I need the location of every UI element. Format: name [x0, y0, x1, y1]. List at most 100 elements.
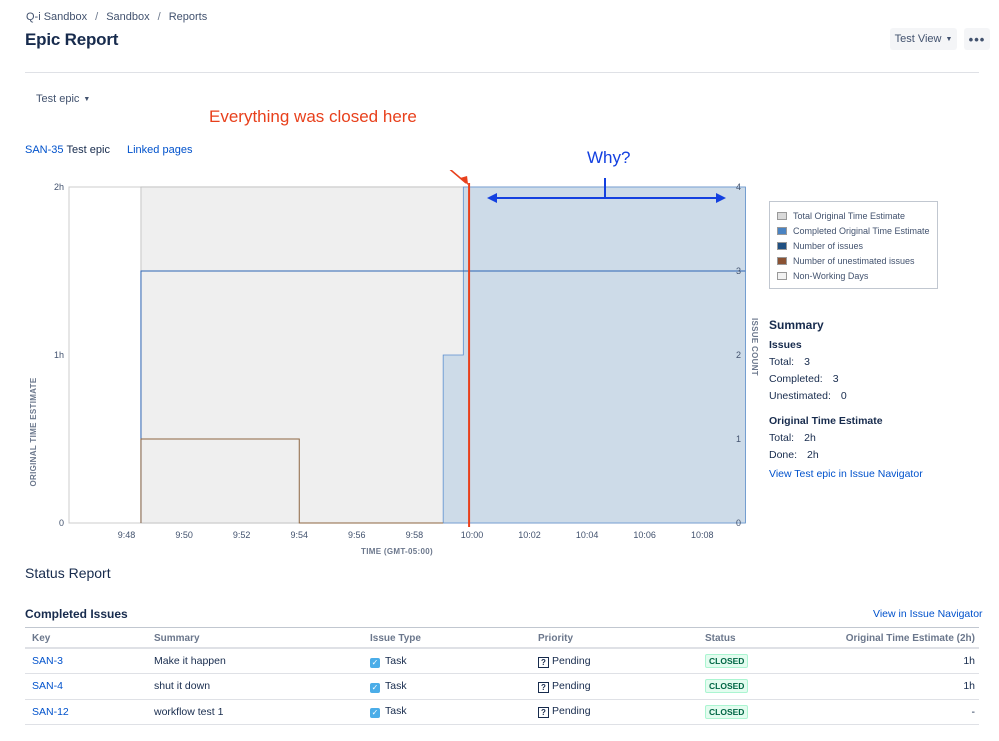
summary-estimate-done: Done: 2h: [769, 449, 979, 466]
table-header-row: Key Summary Issue Type Priority Status O…: [25, 629, 979, 649]
caret-down-icon: ▼: [945, 35, 953, 43]
legend-swatch: [777, 271, 787, 280]
legend-swatch: [777, 241, 787, 250]
summary-value: 2h: [804, 432, 816, 444]
column-header-estimate[interactable]: Original Time Estimate (2h): [818, 629, 979, 649]
closed-arrow-line: [449, 170, 467, 184]
legend-label: Number of unestimated issues: [793, 255, 915, 266]
priority-unknown-icon: ?: [538, 681, 549, 693]
breadcrumb-project[interactable]: Q-i Sandbox: [26, 11, 87, 23]
y-right-tick-label: 1: [736, 434, 741, 444]
caret-down-icon: ▼: [83, 95, 91, 103]
legend-item[interactable]: Non-Working Days: [777, 268, 930, 283]
priority-unknown-icon: ?: [538, 707, 549, 719]
page-title: Epic Report: [25, 30, 119, 49]
y-right-tick-label: 2: [736, 350, 741, 360]
chart-legend: Total Original Time Estimate Completed Or…: [769, 201, 938, 289]
breadcrumb-separator: /: [95, 11, 99, 23]
table-row: SAN-4 shut it down ✓ Task ? Pending CLOSED…: [25, 673, 979, 700]
x-axis-title: TIME (GMT-05:00): [361, 547, 433, 556]
summary-value: 0: [840, 390, 847, 402]
summary-title: Summary: [769, 318, 824, 332]
x-tick-label: 10:06: [633, 530, 656, 540]
summary-value: 3: [804, 356, 810, 368]
header-divider: [25, 72, 979, 73]
completed-issues-table: Key Summary Issue Type Priority Status O…: [25, 629, 979, 725]
table-divider: [25, 627, 979, 628]
epic-selector[interactable]: Test epic ▼: [36, 93, 90, 105]
issue-key-link[interactable]: SAN-12: [32, 706, 69, 718]
priority-cell: ? Pending: [531, 648, 698, 674]
x-tick-label: 10:02: [518, 530, 541, 540]
y-left-tick-label: 0: [59, 518, 64, 528]
issue-type-cell: ✓ Task: [363, 648, 531, 674]
issue-key-link[interactable]: SAN-4: [32, 680, 63, 692]
task-icon: ✓: [370, 682, 380, 693]
summary-value: 3: [832, 373, 839, 385]
estimate-cell: -: [818, 699, 979, 725]
summary-label: Total:: [769, 356, 795, 368]
issue-key-link[interactable]: SAN-3: [32, 655, 63, 667]
legend-label: Completed Original Time Estimate: [793, 225, 930, 236]
legend-swatch: [777, 211, 787, 220]
column-header-issue-type[interactable]: Issue Type: [363, 629, 531, 649]
linked-pages-link[interactable]: Linked pages: [127, 144, 192, 156]
epic-selector-label: Test epic: [36, 93, 80, 105]
breadcrumb-board[interactable]: Sandbox: [106, 11, 149, 23]
epic-key-link[interactable]: SAN-35: [25, 144, 64, 156]
summary-estimate-title: Original Time Estimate: [769, 415, 883, 427]
legend-swatch: [777, 256, 787, 265]
legend-item[interactable]: Number of unestimated issues: [777, 253, 930, 268]
y-axis-right-title: ISSUE COUNT: [750, 318, 759, 376]
issue-type: Task: [385, 679, 407, 692]
table-row: SAN-12 workflow test 1 ✓ Task ? Pending CL…: [25, 699, 979, 725]
x-tick-label: 10:00: [461, 530, 484, 540]
summary-label: Total:: [769, 432, 795, 444]
y-right-tick-label: 3: [736, 266, 741, 276]
view-in-navigator-link[interactable]: View in Issue Navigator: [873, 608, 983, 620]
column-header-status[interactable]: Status: [698, 629, 818, 649]
epic-heading: SAN-35 Test epic: [25, 144, 110, 156]
x-tick-label: 9:50: [175, 530, 193, 540]
x-tick-label: 9:48: [118, 530, 136, 540]
epic-burnup-chart: 9:48 9:50 9:52 9:54 9:56 9:58 10:00 10:02 10:04 1…: [29, 170, 759, 556]
chart-series-areas: [140, 186, 746, 524]
legend-item[interactable]: Number of issues: [777, 238, 930, 253]
summary-issues-unestimated: Unestimated: 0: [769, 390, 979, 407]
estimate-cell: 1h: [818, 673, 979, 700]
more-actions-button[interactable]: •••: [964, 28, 990, 50]
summary-value: 2h: [807, 449, 819, 461]
x-tick-label: 9:52: [233, 530, 251, 540]
completed-estimate-area: [442, 186, 746, 524]
x-tick-label: 9:56: [348, 530, 366, 540]
closed-arrow-head: [460, 176, 469, 185]
breadcrumb: Q-i Sandbox / Sandbox / Reports: [26, 11, 207, 23]
legend-item[interactable]: Completed Original Time Estimate: [777, 223, 930, 238]
legend-label: Non-Working Days: [793, 270, 869, 281]
summary-panel: Summary Issues Total: 3 Completed: 3 Unest…: [769, 318, 979, 480]
view-dropdown-button[interactable]: Test View ▼: [890, 28, 957, 50]
legend-item[interactable]: Total Original Time Estimate: [777, 208, 930, 223]
issue-navigator-link[interactable]: View Test epic in Issue Navigator: [769, 468, 979, 480]
summary-issues-title: Issues: [769, 339, 802, 351]
more-icon: •••: [968, 31, 986, 47]
issue-type: Task: [385, 654, 407, 667]
status-badge: CLOSED: [705, 654, 749, 668]
issue-type-cell: ✓ Task: [363, 699, 531, 725]
legend-swatch: [777, 226, 787, 235]
y-left-tick-label: 1h: [54, 350, 64, 360]
summary-issues-completed: Completed: 3: [769, 373, 979, 390]
priority-unknown-icon: ?: [538, 656, 549, 668]
completed-issues-heading: Completed Issues: [25, 607, 128, 621]
y-axis-left-title: ORIGINAL TIME ESTIMATE: [29, 377, 38, 486]
column-header-summary[interactable]: Summary: [147, 629, 363, 649]
y-right-tick-label: 4: [736, 182, 741, 192]
summary-estimate-total: Total: 2h: [769, 432, 979, 449]
legend-label: Total Original Time Estimate: [793, 210, 906, 221]
y-right-tick-label: 0: [736, 518, 741, 528]
column-header-key[interactable]: Key: [25, 629, 147, 649]
breadcrumb-reports[interactable]: Reports: [169, 11, 208, 23]
annotation-closed-text: Everything was closed here: [209, 107, 417, 126]
column-header-priority[interactable]: Priority: [531, 629, 698, 649]
x-tick-label: 10:04: [576, 530, 599, 540]
